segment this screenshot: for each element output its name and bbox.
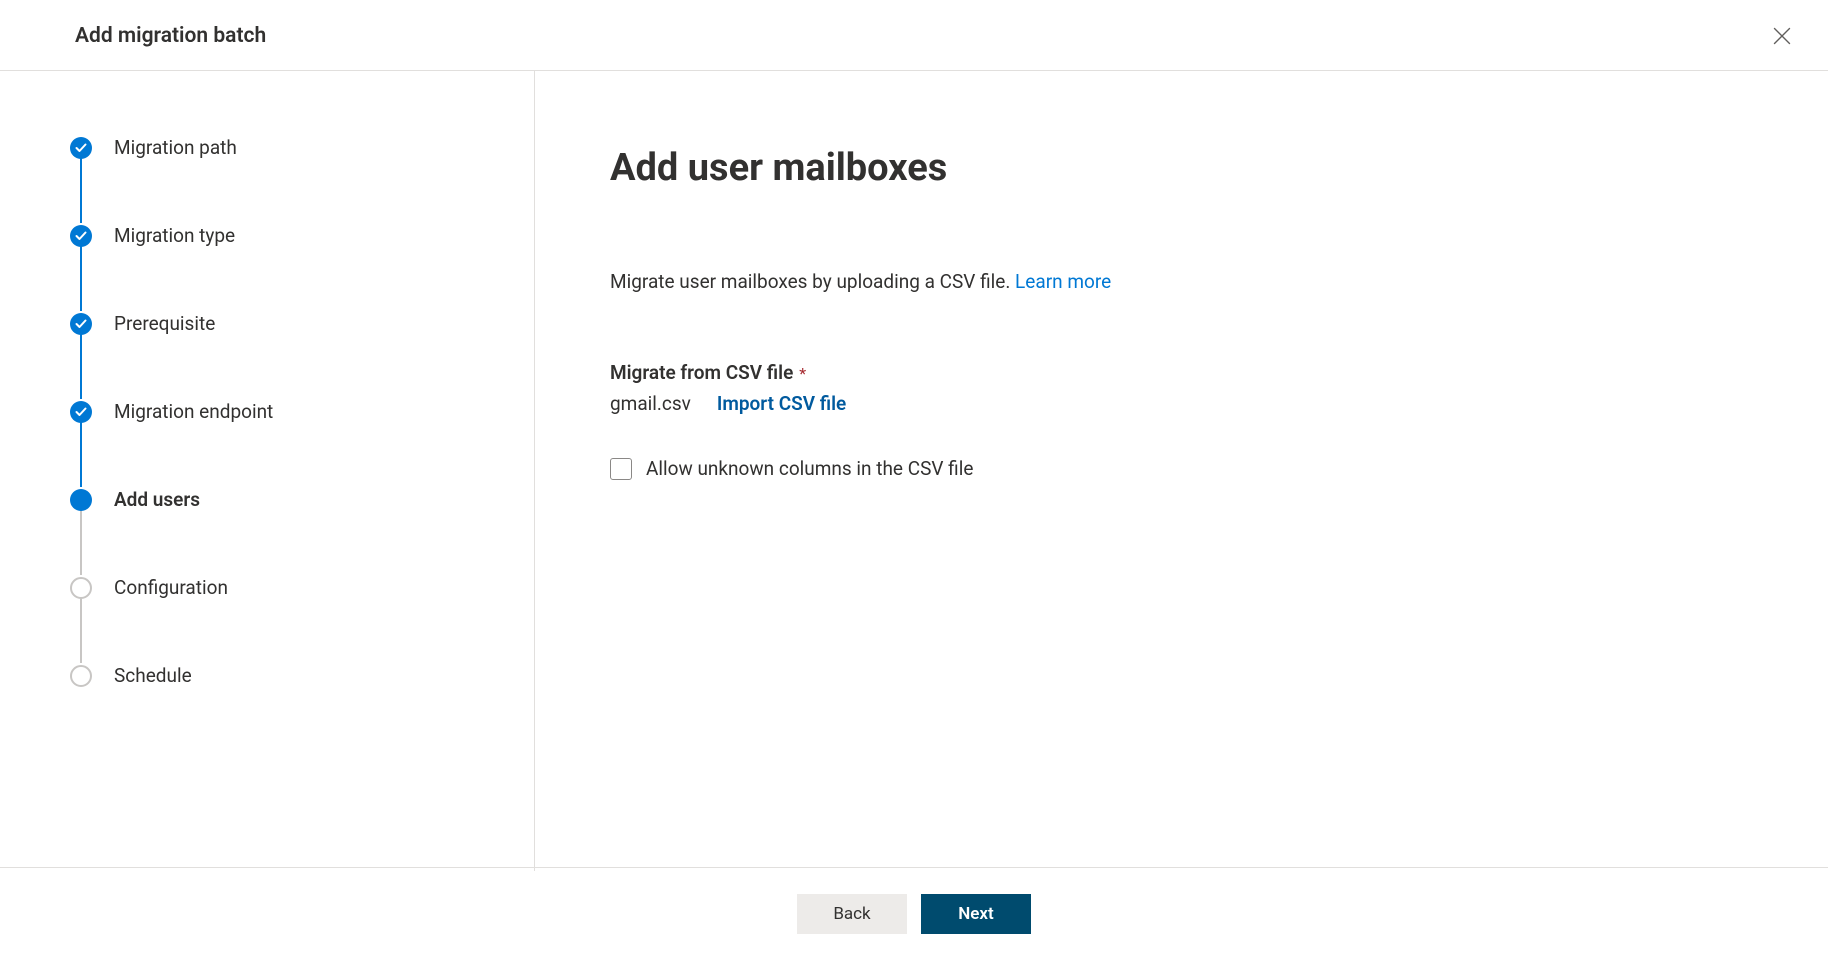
selected-filename: gmail.csv [610,392,691,415]
wizard-footer: Back Next [0,867,1828,960]
close-button[interactable] [1766,20,1798,52]
step-connector [80,334,82,399]
allow-unknown-columns-checkbox[interactable] [610,458,632,480]
steps-list: Migration path Migration type Prerequisi… [70,136,534,687]
step-prerequisite[interactable]: Prerequisite [70,312,534,400]
panel-title: Add migration batch [75,24,266,48]
csv-field-label: Migrate from CSV file [610,361,793,384]
step-connector [80,510,82,575]
step-migration-endpoint[interactable]: Migration endpoint [70,400,534,488]
content-area: Add user mailboxes Migrate user mailboxe… [535,71,1828,871]
close-icon [1773,27,1791,45]
step-add-users[interactable]: Add users [70,488,534,576]
back-button[interactable]: Back [797,894,907,934]
step-label: Migration path [114,136,237,159]
step-label: Add users [114,488,200,511]
step-label: Schedule [114,664,192,687]
page-description: Migrate user mailboxes by uploading a CS… [610,270,1828,293]
step-migration-type[interactable]: Migration type [70,224,534,312]
required-asterisk: * [795,364,806,383]
step-status-icon [70,137,92,159]
step-migration-path[interactable]: Migration path [70,136,534,224]
step-configuration: Configuration [70,576,534,664]
page-title: Add user mailboxes [610,146,1828,190]
step-label: Migration type [114,224,235,247]
step-status-icon [70,577,92,599]
checkmark-icon [75,406,87,418]
import-csv-button[interactable]: Import CSV file [717,392,846,415]
step-schedule: Schedule [70,664,534,687]
allow-unknown-columns-label: Allow unknown columns in the CSV file [646,457,973,480]
step-label: Configuration [114,576,228,599]
step-connector [80,246,82,311]
main-container: Migration path Migration type Prerequisi… [0,71,1828,871]
step-connector [80,158,82,223]
csv-field-section: Migrate from CSV file * gmail.csv Import… [610,361,1828,480]
checkmark-icon [75,142,87,154]
description-text: Migrate user mailboxes by uploading a CS… [610,270,1015,293]
next-button[interactable]: Next [921,894,1031,934]
learn-more-link[interactable]: Learn more [1015,270,1111,293]
panel-header: Add migration batch [0,0,1828,71]
checkmark-icon [75,318,87,330]
step-status-icon [70,665,92,687]
step-label: Prerequisite [114,312,215,335]
step-status-icon [70,225,92,247]
allow-unknown-columns-row: Allow unknown columns in the CSV file [610,457,1828,480]
checkmark-icon [75,230,87,242]
step-connector [80,422,82,487]
step-connector [80,598,82,663]
step-status-icon [70,489,92,511]
step-label: Migration endpoint [114,400,273,423]
wizard-steps-sidebar: Migration path Migration type Prerequisi… [0,71,535,871]
step-status-icon [70,313,92,335]
csv-field-label-row: Migrate from CSV file * [610,361,1828,384]
file-row: gmail.csv Import CSV file [610,392,1828,415]
step-status-icon [70,401,92,423]
